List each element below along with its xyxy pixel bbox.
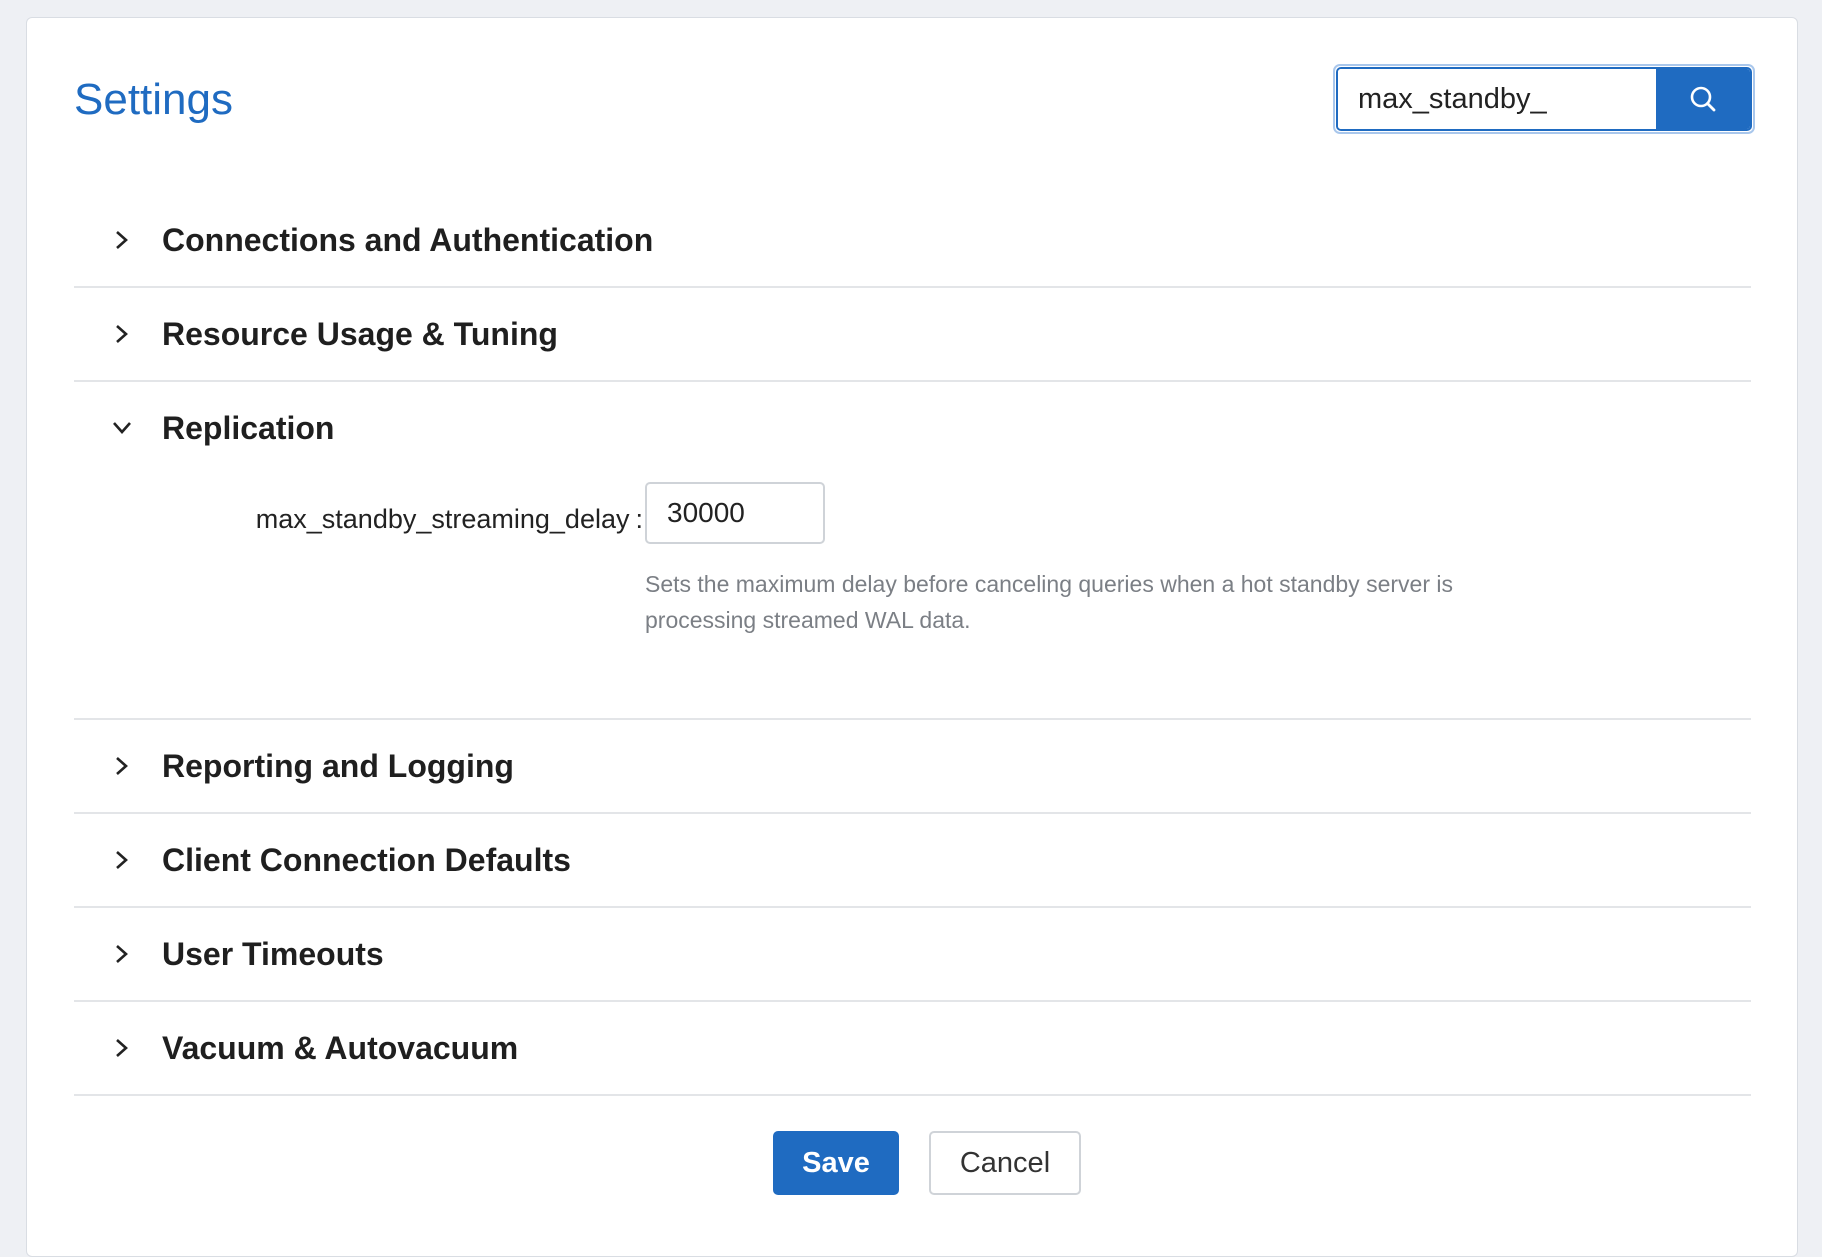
section-header[interactable]: Replication [74,382,1751,474]
settings-card: Settings Connections and Authentication [26,17,1798,1257]
page-title: Settings [74,75,233,124]
search-group [1336,67,1752,131]
section-title: User Timeouts [162,935,384,972]
section-client-connection-defaults: Client Connection Defaults [74,814,1751,908]
section-vacuum-autovacuum: Vacuum & Autovacuum [74,1002,1751,1096]
section-title: Connections and Authentication [162,221,654,258]
section-header[interactable]: Connections and Authentication [74,194,1751,286]
section-title: Client Connection Defaults [162,841,571,878]
chevron-right-icon [108,320,136,348]
section-title: Replication [162,409,335,446]
section-header[interactable]: User Timeouts [74,908,1751,1000]
section-title: Reporting and Logging [162,747,514,784]
section-replication: Replication max_standby_streaming_delay:… [74,382,1751,720]
section-user-timeouts: User Timeouts [74,908,1751,1002]
form-actions: Save Cancel [27,1131,1797,1195]
search-input[interactable] [1338,69,1656,129]
chevron-down-icon [108,414,136,442]
search-button[interactable] [1656,69,1750,129]
save-button[interactable]: Save [773,1131,899,1195]
section-title: Resource Usage & Tuning [162,315,558,352]
search-box [1333,64,1755,134]
chevron-right-icon [108,1034,136,1062]
cancel-button[interactable]: Cancel [929,1131,1081,1195]
section-header[interactable]: Vacuum & Autovacuum [74,1002,1751,1094]
section-resource-usage-tuning: Resource Usage & Tuning [74,288,1751,382]
section-header[interactable]: Client Connection Defaults [74,814,1751,906]
chevron-right-icon [108,846,136,874]
chevron-right-icon [108,226,136,254]
field-separator: : [635,504,643,534]
search-icon [1690,86,1716,112]
section-reporting-logging: Reporting and Logging [74,720,1751,814]
section-header[interactable]: Reporting and Logging [74,720,1751,812]
field-label: max_standby_streaming_delay: [256,504,643,535]
chevron-right-icon [108,940,136,968]
chevron-right-icon [108,752,136,780]
section-connections-authentication: Connections and Authentication [74,194,1751,288]
settings-sections: Connections and Authentication Resource … [74,194,1751,1096]
section-title: Vacuum & Autovacuum [162,1029,519,1066]
field-help-text: Sets the maximum delay before canceling … [645,571,1453,633]
field-name: max_standby_streaming_delay [255,504,630,534]
replication-body: max_standby_streaming_delay: Sets the ma… [74,474,1751,718]
max-standby-streaming-delay-input[interactable] [645,482,825,544]
section-header[interactable]: Resource Usage & Tuning [74,288,1751,380]
